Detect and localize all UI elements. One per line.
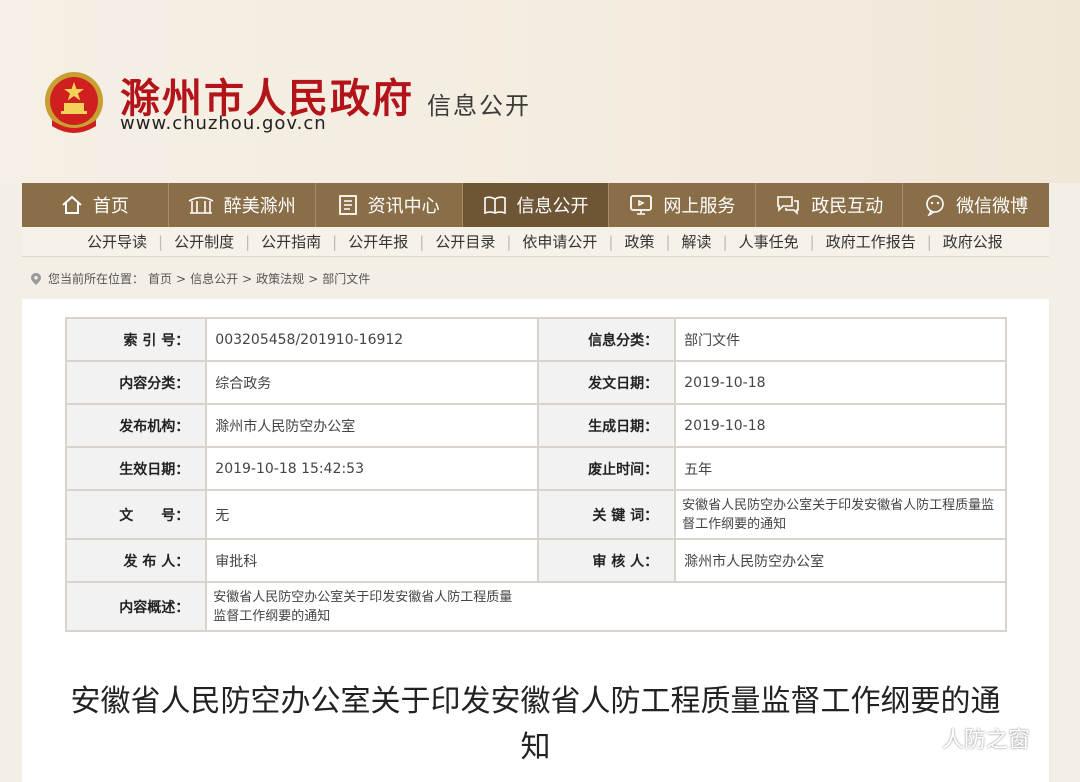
subnav-personnel[interactable]: 人事任免	[728, 231, 810, 252]
site-url[interactable]: www.chuzhou.gov.cn	[120, 113, 327, 134]
nav-label: 醉美滁州	[223, 196, 296, 217]
table-row: 索 引 号： 003205458/201910-16912 信息分类： 部门文件	[64, 317, 1007, 362]
subnav-system[interactable]: 公开制度	[163, 231, 245, 252]
issue-date-value: 2019-10-18	[674, 360, 1007, 405]
summary-label: 内容概述：	[64, 581, 208, 632]
wechat-logo-icon	[897, 725, 934, 751]
location-pin-icon	[31, 272, 41, 285]
publisher-org-label: 发布机构：	[64, 403, 208, 448]
subnav-on-request[interactable]: 依申请公开	[511, 231, 608, 252]
keywords-label: 关 键 词：	[536, 489, 677, 540]
pavilion-icon	[188, 196, 214, 214]
site-header: 滁州市人民政府 信息公开 www.chuzhou.gov.cn	[0, 0, 1080, 183]
breadcrumb-home[interactable]: 首页	[148, 270, 172, 287]
nav-label: 首页	[92, 196, 129, 217]
publisher-value: 审批科	[205, 538, 539, 583]
monitor-icon	[630, 195, 653, 215]
home-icon	[62, 195, 82, 214]
index-value: 003205458/201910-16912	[205, 317, 539, 362]
expiry-value: 五年	[674, 446, 1007, 491]
effective-date-value: 2019-10-18 15:42:53	[205, 446, 539, 491]
book-icon	[483, 196, 506, 215]
sub-nav: 公开导读 | 公开制度 | 公开指南 | 公开年报 | 公开目录 | 依申请公开 | 政策 |…	[22, 227, 1049, 257]
table-row: 生效日期： 2019-10-18 15:42:53 废止时间： 五年	[64, 446, 1007, 491]
category-value: 部门文件	[674, 317, 1007, 362]
publisher-label: 发 布 人：	[64, 538, 208, 583]
subnav-policy[interactable]: 政策	[613, 231, 665, 252]
breadcrumb-info-open[interactable]: 信息公开	[190, 270, 238, 287]
category-label: 信息分类：	[536, 317, 677, 362]
nav-scenic[interactable]: 醉美滁州	[169, 183, 316, 227]
document-icon	[338, 195, 357, 215]
nav-home[interactable]: 首页	[22, 183, 169, 227]
content-panel: 索 引 号： 003205458/201910-16912 信息分类： 部门文件…	[22, 299, 1049, 782]
table-row: 发布机构： 滁州市人民防空办公室 生成日期： 2019-10-18	[64, 403, 1007, 448]
summary-text: 安徽省人民防空办公室关于印发安徽省人防工程质量监督工作纲要的通知	[213, 589, 513, 624]
site-subtitle: 信息公开	[427, 92, 531, 120]
breadcrumb-dept-docs[interactable]: 部门文件	[322, 270, 370, 287]
nav-label: 资讯中心	[367, 196, 440, 217]
subnav-annual-report[interactable]: 公开年报	[337, 231, 419, 252]
subnav-interpretation[interactable]: 解读	[671, 231, 723, 252]
table-row: 文 号： 无 关 键 词： 安徽省人民防空办公室关于印发安徽省人防工程质量监督工…	[64, 489, 1007, 540]
nav-news[interactable]: 资讯中心	[316, 183, 463, 227]
nav-label: 网上服务	[663, 196, 736, 217]
nav-wechat-weibo[interactable]: 微信微博	[903, 183, 1049, 227]
nav-label: 微信微博	[956, 196, 1029, 217]
wechat-icon	[926, 195, 944, 216]
doc-number-label: 文 号：	[64, 489, 208, 540]
breadcrumb: 您当前所在位置： 首页 > 信息公开 > 政策法规 > 部门文件	[30, 270, 374, 287]
keywords-value: 安徽省人民防空办公室关于印发安徽省人防工程质量监督工作纲要的通知	[674, 489, 1007, 540]
breadcrumb-separator: >	[308, 271, 319, 286]
table-row: 内容分类： 综合政务 发文日期： 2019-10-18	[64, 360, 1007, 405]
summary-value: 安徽省人民防空办公室关于印发安徽省人防工程质量监督工作纲要的通知	[205, 581, 1007, 632]
publisher-org-value: 滁州市人民防空办公室	[205, 403, 539, 448]
content-class-value: 综合政务	[205, 360, 539, 405]
watermark-text: 人防之窗	[942, 728, 1031, 753]
breadcrumb-policy[interactable]: 政策法规	[256, 270, 304, 287]
subnav-manual[interactable]: 公开指南	[250, 231, 332, 252]
breadcrumb-separator: >	[176, 271, 187, 286]
main-nav: 首页 醉美滁州 资讯中心 信息公开 网上服务 政民互动 微信微博	[22, 183, 1049, 227]
nav-label: 信息公开	[516, 196, 589, 217]
nav-info-open[interactable]: 信息公开	[462, 183, 610, 227]
subnav-work-report[interactable]: 政府工作报告	[815, 231, 927, 252]
expiry-label: 废止时间：	[536, 446, 677, 491]
content-class-label: 内容分类：	[64, 360, 208, 405]
document-title-text: 安徽省人民防空办公室关于印发安徽省人防工程质量监督工作纲要的通知	[70, 684, 1001, 765]
table-row: 发 布 人： 审批科 审 核 人： 滁州市人民防空办公室	[64, 538, 1007, 583]
effective-date-label: 生效日期：	[64, 446, 208, 491]
chat-icon	[777, 196, 800, 215]
index-label: 索 引 号：	[64, 317, 208, 362]
breadcrumb-separator: >	[242, 271, 253, 286]
nav-online-service[interactable]: 网上服务	[609, 183, 757, 227]
nav-interaction[interactable]: 政民互动	[756, 183, 904, 227]
watermark: 人防之窗	[896, 722, 1030, 754]
table-row: 内容概述： 安徽省人民防空办公室关于印发安徽省人防工程质量监督工作纲要的通知	[64, 581, 1007, 632]
subnav-guide[interactable]: 公开导读	[76, 231, 158, 252]
gen-date-value: 2019-10-18	[674, 403, 1007, 448]
subnav-catalog[interactable]: 公开目录	[424, 231, 506, 252]
subnav-gazette[interactable]: 政府公报	[932, 231, 1014, 252]
gen-date-label: 生成日期：	[536, 403, 677, 448]
nav-label: 政民互动	[811, 196, 884, 217]
document-title: 安徽省人民防空办公室关于印发安徽省人防工程质量监督工作纲要的通知	[22, 679, 1049, 771]
breadcrumb-prefix: 您当前所在位置：	[48, 272, 145, 286]
reviewer-label: 审 核 人：	[536, 538, 677, 583]
doc-number-value: 无	[205, 489, 539, 540]
metadata-table: 索 引 号： 003205458/201910-16912 信息分类： 部门文件…	[64, 317, 1007, 632]
reviewer-value: 滁州市人民防空办公室	[674, 538, 1007, 583]
national-emblem-icon	[45, 72, 103, 133]
issue-date-label: 发文日期：	[536, 360, 677, 405]
